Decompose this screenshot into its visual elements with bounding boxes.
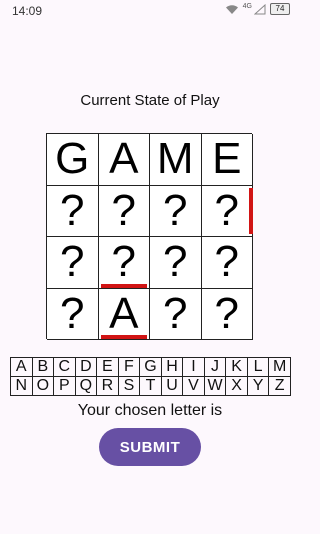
grid-cell-letter: ? [163,288,188,338]
letter-key[interactable]: C [53,357,76,377]
grid-cell-letter: A [109,134,139,184]
letter-key[interactable]: K [225,357,248,377]
highlight-bar [100,283,147,288]
grid-cell[interactable]: ? [201,288,253,340]
grid-cell[interactable]: ? [201,185,253,237]
grid-cell-letter: ? [111,237,136,287]
page-title: Current State of Play [80,92,220,109]
letter-key[interactable]: G [139,357,162,377]
letter-key[interactable]: H [160,357,184,377]
letter-key[interactable]: E [96,357,119,377]
letter-keyboard: ABCDEFGHIJKLMNOPQRSTUVWXYZ [10,357,291,396]
grid-cell[interactable]: E [201,134,253,186]
status-time: 14:09 [12,4,43,18]
letter-key[interactable]: P [53,376,76,396]
grid-cell-letter: E [212,134,242,184]
letter-key[interactable]: O [31,376,55,396]
letter-key[interactable]: S [117,376,141,396]
letter-key[interactable]: M [268,357,291,377]
grid-cell-letter: ? [214,185,239,235]
letter-key[interactable]: B [31,357,55,377]
grid-cell-letter: ? [163,185,188,235]
game-grid: G A M E????????? A?? [46,133,253,340]
grid-cell-letter: M [156,134,194,184]
keyboard-row: ABCDEFGHIJKLM [10,357,291,377]
letter-key[interactable]: I [182,357,205,377]
grid-cell[interactable]: G [47,134,99,186]
chosen-letter-text: Your chosen letter is [77,402,223,419]
wifi-icon [225,4,238,14]
letter-key[interactable]: D [74,357,98,377]
grid-cell[interactable]: M [150,134,202,186]
letter-key[interactable]: N [10,376,33,396]
grid-cell-letter: ? [214,237,239,287]
grid-cell[interactable]: ? [47,185,99,237]
grid-cell[interactable]: ? [98,237,150,289]
network-type-label: 4G [242,2,252,10]
grid-cell[interactable]: ? [201,237,253,289]
grid-cell-letter: A [109,288,139,338]
status-icons: 4G 74 [225,3,290,15]
status-bar: 14:09 4G 74 [0,0,300,22]
grid-cell[interactable]: ? [150,237,202,289]
signal-icon [254,3,266,14]
grid-cell-letter: ? [163,237,188,287]
letter-key[interactable]: X [225,376,248,396]
letter-key[interactable]: R [96,376,119,396]
grid-cell-letter: G [55,134,90,184]
letter-key[interactable]: V [182,376,205,396]
grid-cell-letter: ? [60,185,85,235]
letter-key[interactable]: Z [268,376,291,396]
grid-cell[interactable]: ? [47,237,99,289]
highlight-bar [100,335,147,339]
letter-key[interactable]: L [246,357,270,377]
grid-cell[interactable]: ? [150,185,202,237]
grid-cell-letter: ? [60,237,85,287]
letter-key[interactable]: U [160,376,184,396]
letter-key[interactable]: A [10,357,33,377]
grid-cell-letter: ? [214,288,239,338]
letter-key[interactable]: Y [246,376,270,396]
grid-cell[interactable]: ? [98,185,150,237]
battery-icon: 74 [270,3,290,15]
submit-button[interactable]: SUBMIT [99,428,201,466]
letter-key[interactable]: F [117,357,141,377]
grid-cell-letter: ? [111,185,136,235]
grid-cell[interactable]: A [98,288,150,340]
highlight-bar [249,187,253,234]
letter-key[interactable]: T [139,376,162,396]
letter-key[interactable]: Q [74,376,98,396]
grid-cell[interactable]: ? [47,288,99,340]
letter-key[interactable]: W [203,376,227,396]
grid-cell-letter: ? [60,288,85,338]
grid-cell[interactable]: A [98,134,150,186]
grid-cell[interactable]: ? [150,288,202,340]
letter-key[interactable]: J [203,357,227,377]
keyboard-row: NOPQRSTUVWXYZ [10,376,291,396]
